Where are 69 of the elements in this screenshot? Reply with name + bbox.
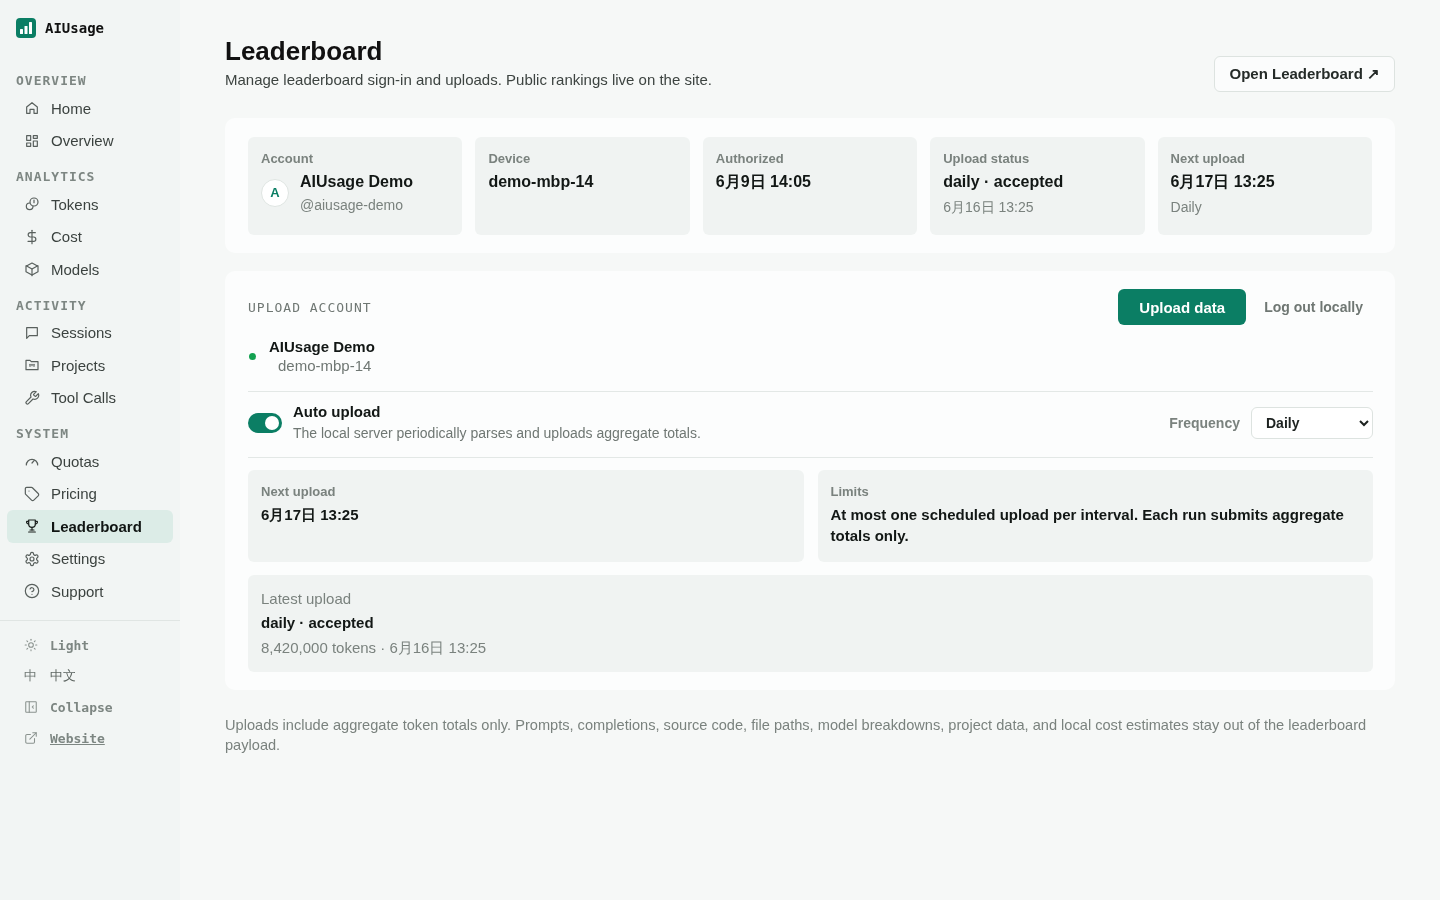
info-subtext: 8,420,000 tokens · 6月16日 13:25 bbox=[261, 638, 488, 658]
home-icon bbox=[24, 100, 40, 117]
upload-data-button[interactable]: Upload data bbox=[1118, 289, 1247, 325]
external-link-icon bbox=[24, 731, 38, 745]
auto-upload-description: The local server periodically parses and uploads aggregate totals. bbox=[293, 424, 702, 443]
stat-label: Device bbox=[488, 150, 532, 168]
section-label: ANALYTICS bbox=[16, 168, 97, 186]
sun-icon bbox=[24, 638, 38, 652]
grid-icon bbox=[24, 132, 40, 149]
wrench-icon bbox=[24, 389, 40, 406]
info-label: Latest upload bbox=[261, 589, 353, 609]
stat-value: demo-mbp-14 bbox=[488, 172, 595, 192]
info-value: 6月17日 13:25 bbox=[261, 505, 360, 525]
account-name: AIUsage Demo bbox=[269, 337, 375, 356]
app-name: AIUsage bbox=[45, 20, 104, 36]
toggle-switch[interactable] bbox=[248, 412, 282, 433]
nav-item[interactable]: Cost bbox=[7, 220, 173, 253]
stat-label: Authorized bbox=[715, 150, 785, 168]
info-label: Limits bbox=[830, 483, 870, 501]
coins-icon bbox=[24, 196, 40, 213]
page-subtitle: Manage leaderboard sign-in and uploads. Public rankings live on the site. bbox=[225, 70, 712, 90]
trophy-icon bbox=[24, 518, 40, 535]
frequency-select[interactable]: Daily bbox=[1251, 406, 1373, 439]
stat-label: Account bbox=[261, 150, 314, 168]
language-icon: 中 bbox=[24, 667, 38, 685]
footnote: Uploads include aggregate token totals only. Prompts, completions, source code, file paths, model breakdowns, project data, and local cost estimates stay out of the leaderboard payload. bbox=[225, 716, 1368, 755]
nav-item[interactable]: Settings bbox=[7, 542, 173, 575]
nav-item[interactable]: Models bbox=[7, 253, 173, 286]
settings-icon bbox=[24, 550, 40, 567]
stat-label: Next upload bbox=[1170, 150, 1246, 168]
info-value: daily · accepted bbox=[261, 613, 375, 633]
frequency-label: Frequency bbox=[1169, 414, 1240, 431]
tag-icon bbox=[24, 485, 40, 502]
nav-item[interactable]: Quotas bbox=[7, 445, 173, 478]
nav-item[interactable]: Leaderboard bbox=[7, 510, 173, 543]
open-leaderboard-button[interactable]: Open Leaderboard ↗ bbox=[1214, 56, 1395, 92]
nav-item[interactable]: Support bbox=[7, 575, 173, 608]
info-label: Next upload bbox=[261, 483, 337, 501]
bar-chart-logo-icon bbox=[16, 18, 36, 38]
help-icon bbox=[24, 583, 40, 600]
section-heading: UPLOAD ACCOUNT bbox=[248, 299, 372, 315]
nav-item[interactable]: Tool Calls bbox=[7, 381, 173, 414]
stat-subtext: @aiusage-demo bbox=[300, 196, 404, 215]
nav-item[interactable]: Home bbox=[7, 92, 173, 125]
nav-item[interactable]: Projects bbox=[7, 349, 173, 382]
stat-value: AIUsage Demo bbox=[300, 172, 413, 192]
device-name: demo-mbp-14 bbox=[278, 356, 373, 375]
section-label: ACTIVITY bbox=[16, 296, 88, 315]
chat-bubble-icon bbox=[24, 324, 40, 341]
auto-upload-label: Auto upload bbox=[293, 402, 382, 422]
cube-icon bbox=[24, 261, 40, 278]
section-label: SYSTEM bbox=[16, 425, 70, 443]
nav-item[interactable]: Pricing bbox=[7, 477, 173, 510]
log-out-button[interactable]: Log out locally bbox=[1254, 289, 1373, 325]
nav-item[interactable]: Overview bbox=[7, 124, 173, 157]
page-title: Leaderboard bbox=[225, 35, 384, 67]
sidebar-panel-icon bbox=[24, 700, 38, 714]
stat-label: Upload status bbox=[943, 150, 1031, 168]
section-label: OVERVIEW bbox=[16, 72, 88, 90]
nav-item[interactable]: Tokens bbox=[7, 188, 173, 221]
info-value: At most one scheduled upload per interval. Each run submits aggregate totals only. bbox=[830, 505, 1345, 546]
nav-item[interactable]: Sessions bbox=[7, 316, 173, 349]
stat-value: 6月17日 13:25 bbox=[1170, 172, 1276, 192]
stat-value: 6月9日 14:05 bbox=[715, 172, 812, 192]
sidebar-action[interactable]: 中 中文 bbox=[7, 660, 173, 692]
stat-value: daily · accepted bbox=[943, 172, 1065, 192]
avatar: A bbox=[261, 178, 289, 207]
stat-subtext: Daily bbox=[1170, 198, 1203, 217]
stat-subtext: 6月16日 13:25 bbox=[943, 198, 1035, 217]
